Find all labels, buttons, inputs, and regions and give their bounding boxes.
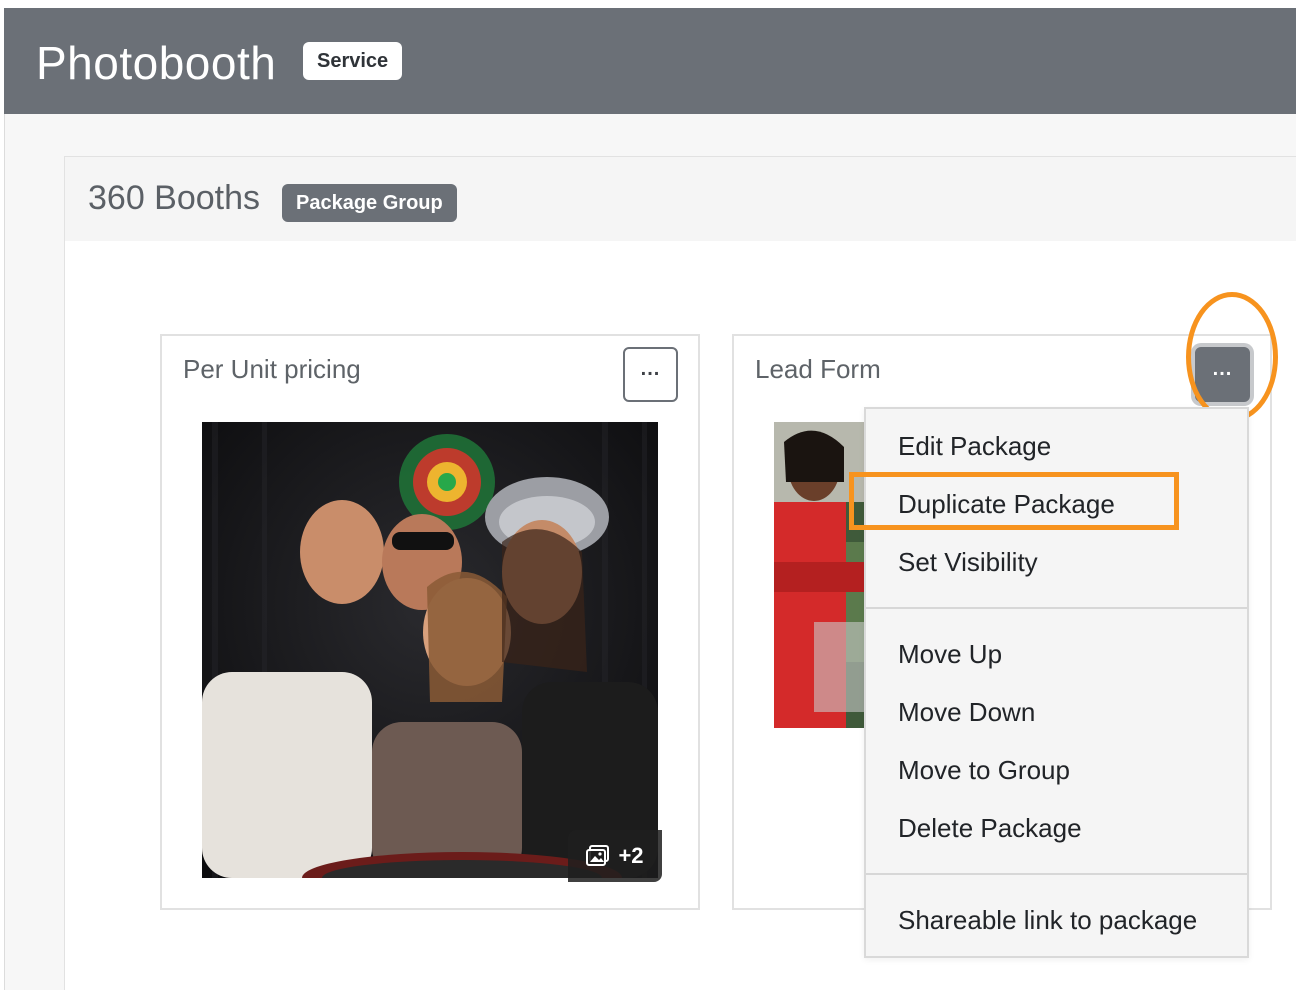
ellipsis-icon: ... [640,358,661,380]
package-title: Per Unit pricing [183,354,361,384]
menu-item-delete-package[interactable]: Delete Package [898,813,1082,844]
package-title: Lead Form [755,354,881,384]
package-card-per-unit-pricing[interactable]: Per Unit pricing ... [160,334,700,910]
package-photo[interactable] [202,422,658,878]
photobooth-group-photo [202,422,658,878]
image-gallery-icon [586,845,610,866]
menu-item-shareable-link[interactable]: Shareable link to package [898,905,1197,936]
menu-divider [866,607,1247,609]
highlight-circle [1186,292,1278,422]
service-header: Photobooth Service [4,8,1296,114]
service-badge: Service [303,42,403,80]
menu-item-set-visibility[interactable]: Set Visibility [898,547,1038,578]
menu-item-move-up[interactable]: Move Up [898,639,1002,670]
menu-divider [866,873,1247,875]
menu-item-move-down[interactable]: Move Down [898,697,1035,728]
package-group-title: 360 Booths [88,179,261,217]
gallery-count-badge[interactable]: +2 [568,830,662,882]
package-group-badge: Package Group [282,184,457,222]
lead-form-photo [774,422,866,728]
menu-item-move-to-group[interactable]: Move to Group [898,755,1070,786]
service-title: Photobooth [36,37,277,89]
highlight-rectangle [849,472,1179,530]
package-group-header: 360 Booths Package Group [65,157,1296,241]
package-photo[interactable] [774,422,866,728]
package-more-button[interactable]: ... [623,347,678,402]
menu-item-edit-package[interactable]: Edit Package [898,431,1051,462]
gallery-count: +2 [618,843,644,868]
